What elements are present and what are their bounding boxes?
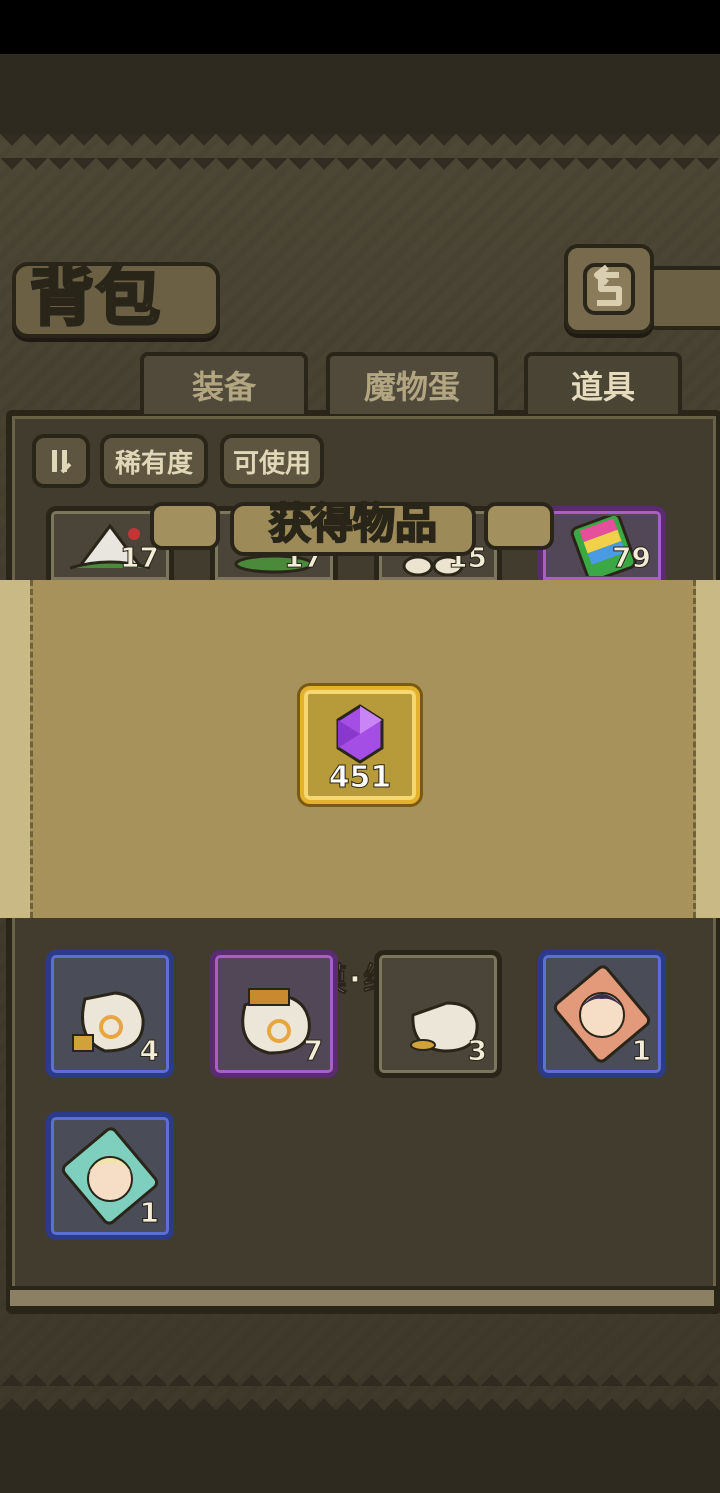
reward-header: 获得物品 (268, 498, 438, 549)
inventory-slot[interactable]: 79 (538, 506, 666, 580)
panel-bottom-rail (6, 1286, 718, 1310)
sort-icon (52, 450, 72, 474)
return-arrow-icon (583, 263, 635, 315)
status-bar (0, 0, 720, 54)
inventory-slot[interactable]: 1 (538, 950, 666, 1078)
usable-filter-button[interactable]: 可使用 (220, 434, 324, 488)
inventory-slot[interactable]: 7 (210, 950, 338, 1078)
tab-monster-egg[interactable]: 魔物蛋 (326, 352, 498, 414)
background-map-top (0, 54, 720, 134)
tab-equipment[interactable]: 装备 (140, 352, 308, 414)
inventory-slot[interactable]: 4 (46, 950, 174, 1078)
tab-items[interactable]: 道具 (524, 352, 682, 414)
popup-edge-left (0, 580, 30, 918)
zigzag-border-top (0, 134, 720, 174)
inventory-slot[interactable]: 1 (46, 1112, 174, 1240)
inventory-slot[interactable]: 3 (374, 950, 502, 1078)
rarity-filter-button[interactable]: 稀有度 (100, 434, 208, 488)
page-title: 背包 (29, 260, 162, 337)
back-button-rail (646, 266, 720, 330)
back-button[interactable] (564, 244, 654, 334)
sort-order-button[interactable] (32, 434, 90, 488)
header-wing-left (150, 502, 220, 550)
header-wing-right (484, 502, 554, 550)
background-map-bottom (0, 1410, 720, 1493)
reward-count: 451 (328, 760, 392, 796)
zigzag-border-bottom (0, 1370, 720, 1410)
